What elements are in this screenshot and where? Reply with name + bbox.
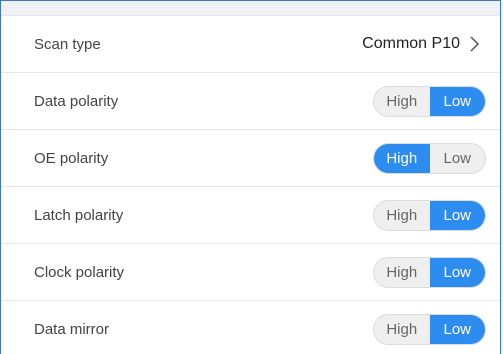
data-mirror-high-option[interactable]: High [374, 315, 430, 344]
top-divider [1, 1, 500, 16]
data-polarity-toggle[interactable]: High Low [373, 85, 486, 117]
scan-type-row[interactable]: Scan type Common P10 [1, 16, 500, 73]
clock-polarity-row: Clock polarity High Low [1, 244, 500, 301]
data-polarity-high-option[interactable]: High [374, 87, 430, 116]
oe-polarity-label: OE polarity [34, 149, 109, 167]
latch-polarity-row: Latch polarity High Low [1, 187, 500, 244]
latch-polarity-label: Latch polarity [34, 206, 124, 224]
data-polarity-row: Data polarity High Low [1, 73, 500, 130]
oe-polarity-toggle[interactable]: High Low [373, 142, 486, 174]
scan-type-label: Scan type [34, 35, 101, 53]
data-polarity-label: Data polarity [34, 92, 119, 110]
chevron-right-icon [470, 36, 480, 52]
scan-type-value: Common P10 [362, 35, 460, 52]
data-mirror-low-option[interactable]: Low [429, 315, 485, 344]
clock-polarity-high-option[interactable]: High [374, 258, 430, 287]
data-mirror-label: Data mirror [34, 321, 110, 338]
oe-polarity-high-option[interactable]: High [374, 143, 430, 173]
latch-polarity-toggle[interactable]: High Low [373, 199, 486, 231]
clock-polarity-toggle[interactable]: High Low [373, 256, 486, 288]
latch-polarity-low-option[interactable]: Low [429, 200, 485, 230]
data-polarity-low-option[interactable]: Low [429, 86, 485, 116]
scan-type-selector[interactable]: Common P10 [362, 35, 486, 53]
settings-panel: Scan type Common P10 Data polarity High … [0, 0, 501, 354]
oe-polarity-low-option[interactable]: Low [430, 144, 486, 173]
data-mirror-row: Data mirror High Low [1, 301, 500, 354]
data-mirror-toggle[interactable]: High Low [373, 314, 486, 345]
latch-polarity-high-option[interactable]: High [374, 201, 430, 230]
clock-polarity-label: Clock polarity [34, 263, 125, 281]
clock-polarity-low-option[interactable]: Low [429, 257, 485, 287]
oe-polarity-row: OE polarity High Low [1, 130, 500, 187]
